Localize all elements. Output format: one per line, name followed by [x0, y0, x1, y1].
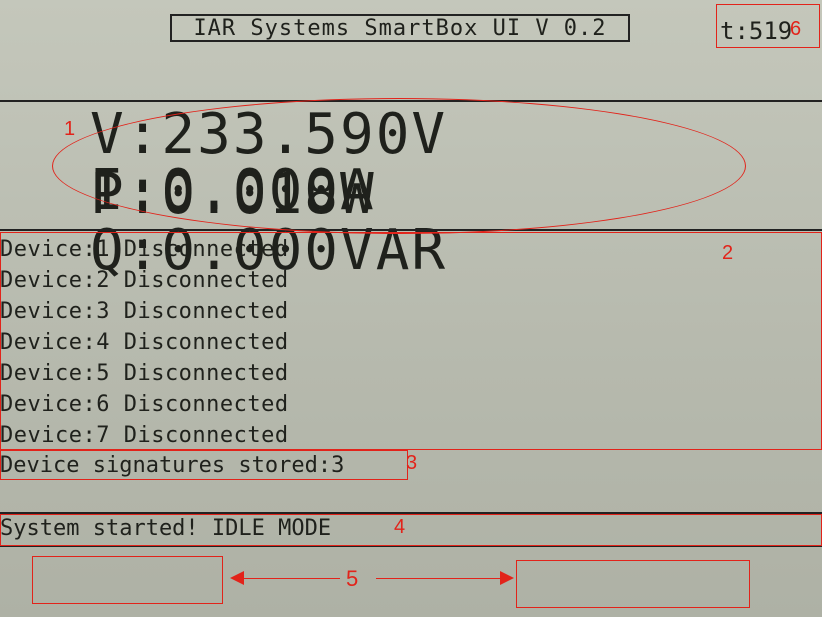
annotation-box-signatures: [0, 450, 408, 480]
app-title: IAR Systems SmartBox UI V 0.2: [170, 14, 630, 42]
annotation-label-2: 2: [722, 242, 734, 264]
annotation-label-6: 6: [790, 18, 802, 40]
annotation-box-timer: [716, 4, 820, 48]
arrow-line-right: [376, 578, 502, 579]
annotation-box-status: [0, 514, 822, 546]
right-softkey-area[interactable]: [516, 560, 750, 608]
annotation-label-3: 3: [406, 452, 418, 474]
annotation-ellipse-measurements: [52, 98, 746, 234]
annotation-box-devices: [0, 232, 822, 450]
arrow-line-left: [240, 578, 340, 579]
annotation-label-5: 5: [346, 566, 359, 591]
lcd-screen: IAR Systems SmartBox UI V 0.2 t:519 V:23…: [0, 0, 822, 617]
arrow-right-icon: [500, 571, 514, 585]
left-softkey-area[interactable]: [32, 556, 223, 604]
annotation-label-1: 1: [64, 118, 76, 140]
annotation-label-4: 4: [394, 516, 406, 538]
